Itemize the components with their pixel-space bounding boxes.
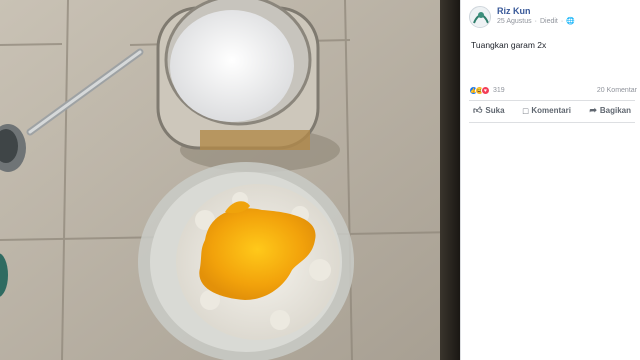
post-meta: Riz Kun 25 Agustus · Diedit · 🌐 <box>497 6 575 27</box>
reaction-summary[interactable]: 👍 😆 ♥ 319 <box>469 86 505 95</box>
separator-dot: · <box>534 18 537 25</box>
avatar-icon[interactable] <box>469 6 491 28</box>
comment-label: Komentari <box>531 106 571 115</box>
comment-count[interactable]: 20 Komentar <box>597 87 637 94</box>
like-button[interactable]: 👍︎ Suka <box>469 103 509 118</box>
photo-edge <box>440 0 460 360</box>
post-text: Tuangkan garam 2x <box>471 40 547 50</box>
comment-icon: □ <box>522 105 529 116</box>
photo-illustration <box>0 0 458 360</box>
post-actions: 👍︎ Suka □ Komentari ➦ Bagikan <box>469 103 635 118</box>
rice-bowl <box>138 162 354 360</box>
post-subline: 25 Agustus · Diedit · 🌐 <box>497 17 575 27</box>
reactions-row: 👍 😆 ♥ 319 20 Komentar <box>469 86 637 95</box>
divider <box>469 100 635 101</box>
globe-icon: 🌐 <box>566 18 575 25</box>
edited-label[interactable]: Diedit <box>540 17 558 27</box>
post-header: Riz Kun 25 Agustus · Diedit · 🌐 <box>469 6 575 28</box>
divider <box>469 122 635 123</box>
comment-button[interactable]: □ Komentari <box>519 103 575 118</box>
post-date[interactable]: 25 Agustus <box>497 17 532 27</box>
author-name[interactable]: Riz Kun <box>497 6 575 17</box>
post-panel: Riz Kun 25 Agustus · Diedit · 🌐 Tuangkan… <box>460 0 640 360</box>
share-button[interactable]: ➦ Bagikan <box>585 103 635 118</box>
love-reaction-icon: ♥ <box>481 86 490 95</box>
thumbs-up-icon: 👍︎ <box>473 105 483 115</box>
separator-dot: · <box>560 18 564 25</box>
post-photo[interactable] <box>0 0 458 360</box>
share-label: Bagikan <box>599 106 631 115</box>
reaction-count: 319 <box>493 87 505 94</box>
share-icon: ➦ <box>589 105 597 115</box>
like-label: Suka <box>485 106 505 115</box>
salt-jar <box>156 0 320 150</box>
